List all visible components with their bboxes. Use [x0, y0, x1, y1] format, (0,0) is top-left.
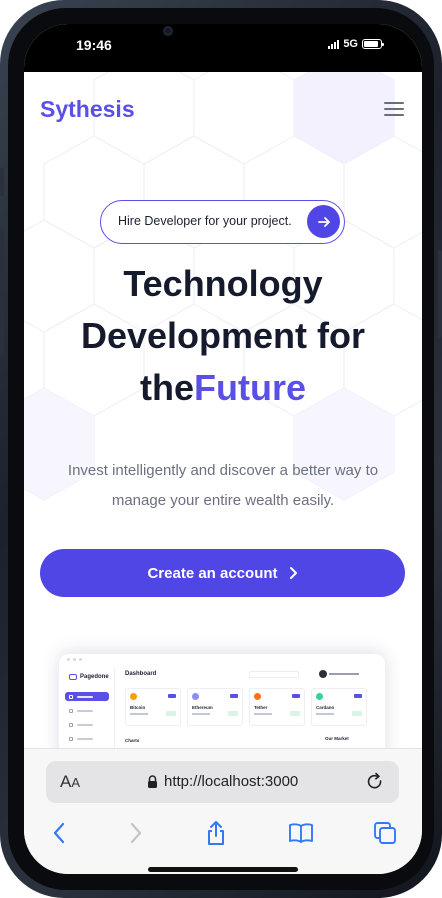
coin-sub: [130, 713, 148, 715]
coin-badge: [166, 711, 176, 716]
hire-developer-text: Hire Developer for your project.: [118, 214, 292, 228]
site-navbar: Sythesis: [24, 92, 422, 132]
network-type: 5G: [343, 38, 358, 50]
lock-icon: [148, 775, 157, 788]
preview-search: [249, 671, 299, 678]
status-time: 19:46: [76, 37, 112, 53]
coin-badge: [290, 711, 300, 716]
preview-coin-card: Tether: [249, 688, 305, 726]
preview-coin-card: Cardano: [311, 688, 367, 726]
preview-main: Dashboard Bitcoin Ethereum Tether Cardan…: [119, 668, 381, 752]
preview-pill: [230, 694, 238, 698]
preview-title: Dashboard: [125, 671, 157, 677]
headline-line-2: Development for: [80, 315, 366, 356]
preview-coin-card: Bitcoin: [125, 688, 181, 726]
preview-logo-icon: [69, 674, 77, 680]
tabs-icon: [374, 822, 396, 844]
coin-icon: [192, 693, 199, 700]
preview-pill: [354, 694, 362, 698]
coin-badge: [228, 711, 238, 716]
arrow-right-icon[interactable]: [307, 205, 340, 238]
web-page: Sythesis Hire Developer for your project…: [24, 72, 422, 752]
preview-market-label: Our Market: [325, 736, 349, 741]
preview-username: [329, 673, 359, 675]
url-text: http://localhost:3000: [164, 773, 299, 790]
window-dots: [67, 658, 82, 661]
headline-line-1: Technology: [123, 263, 323, 304]
coin-name: Ethereum: [192, 705, 213, 710]
share-icon: [208, 821, 224, 845]
tabs-button[interactable]: [371, 819, 399, 847]
forward-button[interactable]: [122, 819, 150, 847]
preview-nav-item: [65, 720, 109, 729]
coin-sub: [254, 713, 272, 715]
bookmarks-button[interactable]: [287, 819, 315, 847]
preview-pill: [168, 694, 176, 698]
coin-name: Tether: [254, 705, 268, 710]
headline-accent: Future: [194, 367, 306, 408]
coin-name: Bitcoin: [130, 705, 146, 710]
battery-level: [364, 41, 379, 47]
dashboard-preview: Pagedone Dashboard Bitcoin Ethereum Teth…: [59, 654, 385, 752]
chevron-left-icon: [53, 822, 65, 844]
coin-sub: [316, 713, 334, 715]
action-button: [0, 168, 4, 196]
coin-sub: [192, 713, 210, 715]
reload-icon[interactable]: [365, 772, 385, 792]
preview-logo: Pagedone: [69, 674, 109, 680]
status-indicators: 5G: [328, 38, 384, 50]
preview-avatar: [319, 670, 327, 678]
front-camera: [163, 26, 173, 36]
preview-nav-item: [65, 734, 109, 743]
volume-down-button: [0, 300, 4, 356]
preview-sidebar: Pagedone: [59, 668, 115, 752]
preview-pill: [292, 694, 300, 698]
battery-icon: [362, 39, 384, 49]
coin-icon: [130, 693, 137, 700]
home-indicator: [148, 867, 298, 872]
coin-badge: [352, 711, 362, 716]
chevron-right-icon: [130, 822, 142, 844]
status-bar: 19:46 5G: [24, 24, 422, 72]
headline-prefix: the: [140, 367, 194, 408]
hero-subtext: Invest intelligently and discover a bett…: [67, 462, 379, 509]
brand-logo[interactable]: Sythesis: [40, 96, 135, 123]
phone-screen: 19:46 5G Sythesis Hire Developer for you…: [24, 24, 422, 874]
volume-up-button: [0, 228, 4, 284]
chevron-right-icon: [289, 567, 297, 579]
share-button[interactable]: [202, 819, 230, 847]
text-size-button[interactable]: AA: [60, 772, 80, 792]
preview-logo-text: Pagedone: [80, 674, 109, 680]
coin-icon: [254, 693, 261, 700]
back-button[interactable]: [45, 819, 73, 847]
address-bar[interactable]: AA http://localhost:3000: [46, 761, 399, 803]
preview-chart-label: Charts: [125, 738, 140, 743]
hamburger-menu-icon[interactable]: [384, 102, 404, 116]
preview-nav-item: [65, 692, 109, 701]
preview-coin-card: Ethereum: [187, 688, 243, 726]
hero-headline: Technology Development for theFuture: [24, 258, 422, 414]
create-account-button[interactable]: Create an account: [40, 549, 405, 597]
power-button: [438, 250, 442, 338]
browser-toolbar: AA http://localhost:3000: [24, 748, 422, 874]
signal-icon: [328, 39, 340, 49]
coin-name: Cardano: [316, 705, 335, 710]
coin-icon: [316, 693, 323, 700]
preview-nav-item: [65, 706, 109, 715]
book-icon: [289, 823, 313, 843]
hire-developer-pill[interactable]: Hire Developer for your project.: [100, 200, 345, 244]
create-account-label: Create an account: [147, 564, 278, 582]
